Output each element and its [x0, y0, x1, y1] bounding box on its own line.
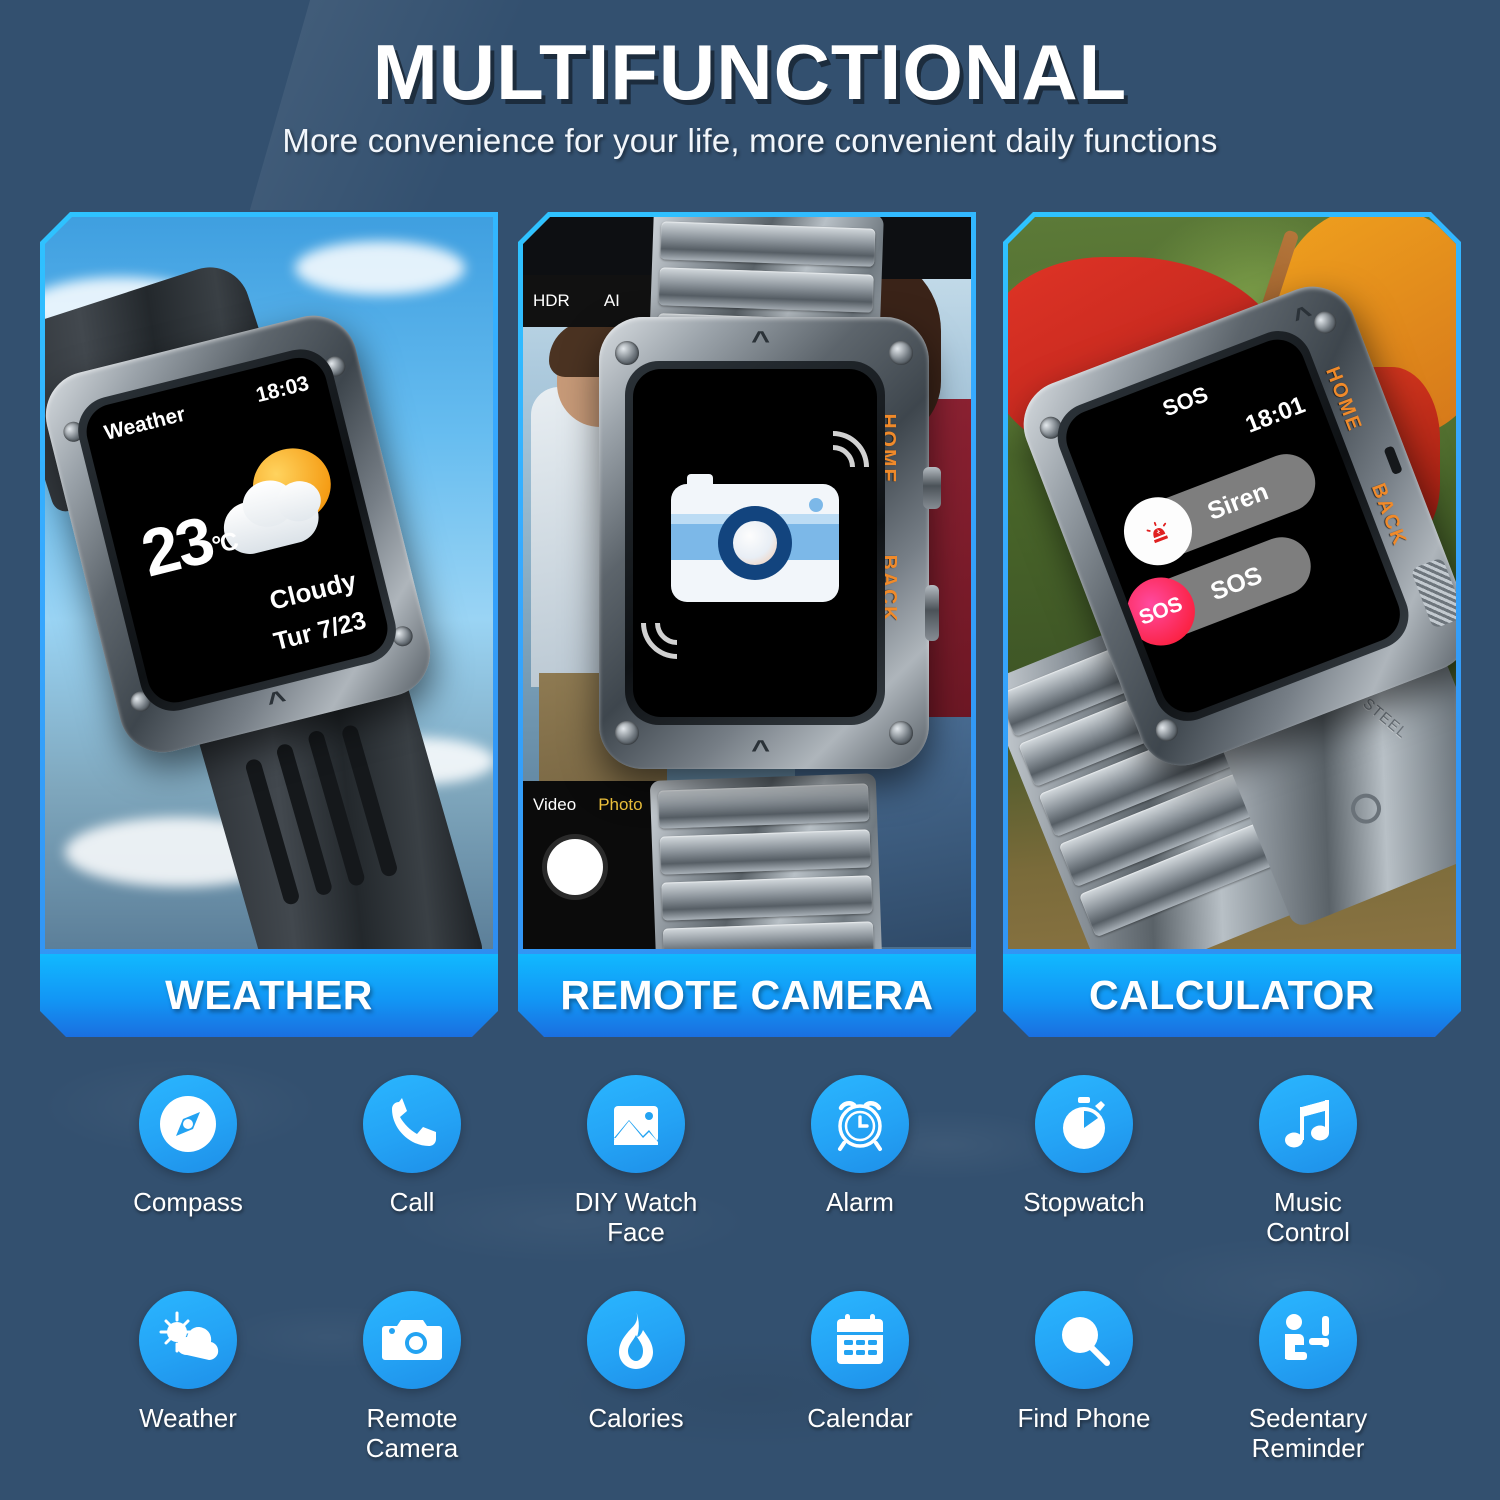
sun-cloud-icon[interactable] — [139, 1291, 237, 1390]
feature-stopwatch[interactable]: Stopwatch — [972, 1075, 1196, 1247]
smartwatch-camera[interactable]: ^ ^ HOME BACK — [599, 317, 941, 769]
image-icon[interactable] — [587, 1075, 685, 1173]
watch-time: 18:03 — [253, 371, 312, 408]
feature-label: Music Control — [1266, 1187, 1350, 1248]
temperature-value: 23 — [134, 501, 220, 591]
feature-music-control[interactable]: Music Control — [1196, 1075, 1420, 1247]
feature-label: Find Phone — [1017, 1403, 1151, 1434]
feature-label: Call — [389, 1187, 435, 1217]
side-button[interactable] — [925, 585, 939, 641]
feature-weather[interactable]: Weather — [76, 1291, 300, 1463]
screw-icon — [615, 341, 639, 365]
feature-label: Weather — [139, 1403, 237, 1434]
temperature-reading: 23°C — [134, 495, 243, 591]
compass-icon[interactable] — [139, 1075, 237, 1173]
watch-time: 18:01 — [1241, 391, 1309, 439]
feature-label: Alarm — [826, 1187, 894, 1217]
camera-icon — [671, 474, 839, 602]
ai-mode-label[interactable]: AI — [604, 291, 620, 311]
page-title: MULTIFUNCTIONAL — [372, 28, 1128, 116]
feature-row-1: Compass Call DIY Watch Face Alarm Stopwa… — [0, 1075, 1500, 1247]
phone-icon[interactable] — [363, 1075, 461, 1173]
page-subtitle: More convenience for your life, more con… — [282, 121, 1218, 159]
feature-row-2: Weather Remote Camera Calories Calendar … — [0, 1291, 1500, 1463]
feature-remote-camera[interactable]: Remote Camera — [300, 1291, 524, 1463]
calendar-icon[interactable] — [811, 1291, 909, 1390]
music-note-icon[interactable] — [1259, 1075, 1357, 1173]
feature-calories[interactable]: Calories — [524, 1291, 748, 1463]
brand-logo-icon: ^ — [751, 325, 771, 355]
header: MULTIFUNCTIONAL More convenience for you… — [0, 0, 1500, 160]
feature-compass[interactable]: Compass — [76, 1075, 300, 1247]
weather-app-title: Weather — [102, 402, 188, 445]
capture-mode-tabs[interactable]: Video Photo — [533, 795, 643, 815]
feature-label: Remote Camera — [365, 1403, 459, 1464]
alarm-clock-icon[interactable] — [811, 1075, 909, 1173]
camera-icon[interactable] — [363, 1291, 461, 1390]
crown-button[interactable] — [923, 467, 941, 509]
feature-label: Calories — [588, 1403, 684, 1434]
tab-video[interactable]: Video — [533, 795, 576, 815]
feature-label: Stopwatch — [1023, 1187, 1145, 1217]
shutter-button[interactable] — [547, 839, 603, 895]
panel-photo-camera: HDR AI ◎ Video Photo — [523, 217, 971, 949]
feature-panels: ^ Weather 18:03 23°C Cloudy Tur 7/23 WEA… — [0, 212, 1500, 1037]
panel-photo-weather: ^ Weather 18:03 23°C Cloudy Tur 7/23 — [45, 217, 493, 949]
panel-calculator[interactable]: STAINLESS STEEL ^ HOME BACK SOS 18:01 — [1003, 212, 1461, 1037]
feature-sedentary-reminder[interactable]: Sedentary Reminder — [1196, 1291, 1420, 1463]
clasp-hole — [1346, 789, 1385, 828]
panel-photo-outdoor: STAINLESS STEEL ^ HOME BACK SOS 18:01 — [1008, 217, 1456, 949]
feature-call[interactable]: Call — [300, 1075, 524, 1247]
caption-label: REMOTE CAMERA — [560, 972, 934, 1018]
caption-label: WEATHER — [165, 972, 373, 1018]
caption-label: CALCULATOR — [1089, 972, 1375, 1018]
feature-icon-grid: Compass Call DIY Watch Face Alarm Stopwa… — [0, 1075, 1500, 1464]
watch-band-bottom — [649, 773, 883, 949]
feature-diy-watch-face[interactable]: DIY Watch Face — [524, 1075, 748, 1247]
tab-photo[interactable]: Photo — [598, 795, 642, 815]
feature-label: Calendar — [807, 1403, 913, 1434]
feature-label: Compass — [133, 1187, 243, 1217]
panel-caption-weather: WEATHER — [40, 954, 498, 1037]
cloud-shape — [295, 241, 465, 295]
panel-caption-calculator: CALCULATOR — [1003, 954, 1461, 1037]
panel-weather[interactable]: ^ Weather 18:03 23°C Cloudy Tur 7/23 WEA… — [40, 212, 498, 1037]
brand-logo-icon: ^ — [751, 734, 771, 764]
feature-find-phone[interactable]: Find Phone — [972, 1291, 1196, 1463]
sos-row-label: SOS — [1206, 560, 1266, 606]
siren-icon — [1114, 487, 1202, 575]
panel-caption-camera: REMOTE CAMERA — [518, 954, 976, 1037]
stopwatch-icon[interactable] — [1035, 1075, 1133, 1173]
screw-icon — [889, 341, 913, 365]
magnifier-icon[interactable] — [1035, 1291, 1133, 1390]
feature-label: DIY Watch Face — [574, 1187, 698, 1248]
feature-label: Sedentary Reminder — [1248, 1403, 1368, 1464]
sos-row-label: Siren — [1203, 476, 1272, 526]
screw-icon — [889, 721, 913, 745]
panel-remote-camera[interactable]: HDR AI ◎ Video Photo — [518, 212, 976, 1037]
feature-calendar[interactable]: Calendar — [748, 1291, 972, 1463]
screw-icon — [615, 721, 639, 745]
flame-icon[interactable] — [587, 1291, 685, 1390]
sedentary-person-icon[interactable] — [1259, 1291, 1357, 1390]
feature-alarm[interactable]: Alarm — [748, 1075, 972, 1247]
hdr-mode-label[interactable]: HDR — [533, 291, 570, 311]
watch-screen-camera[interactable] — [633, 369, 877, 717]
